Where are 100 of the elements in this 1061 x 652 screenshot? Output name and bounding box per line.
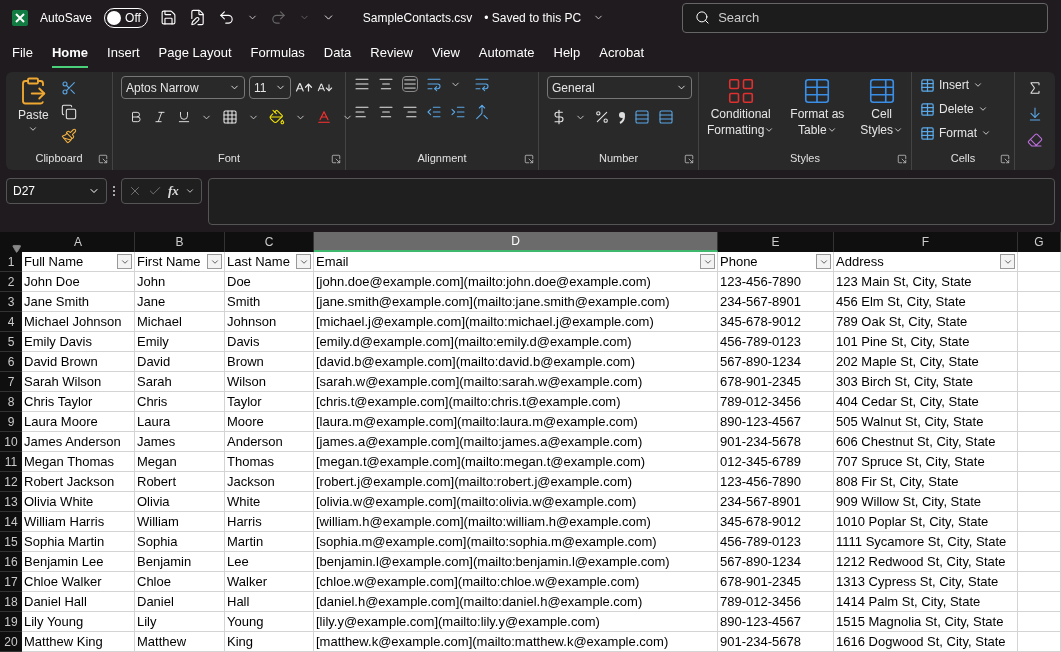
row-number[interactable]: 10 (0, 432, 22, 452)
currency-icon[interactable] (551, 109, 567, 125)
style-button[interactable]: Format as Table (790, 76, 845, 138)
row-number[interactable]: 1 (0, 252, 22, 272)
bold-icon[interactable] (129, 110, 143, 124)
filter-button[interactable] (1000, 254, 1015, 269)
cells-button[interactable]: Insert (920, 76, 991, 94)
filter-button[interactable] (207, 254, 222, 269)
clear-icon[interactable] (1027, 132, 1043, 148)
save-as-icon[interactable] (188, 9, 206, 26)
row-number[interactable]: 11 (0, 452, 22, 472)
caret-icon (826, 125, 837, 135)
wrap-text-icon[interactable] (474, 76, 490, 92)
menu-tab[interactable]: Page Layout (158, 38, 232, 69)
bottom-align-icon[interactable] (402, 76, 418, 92)
center-icon[interactable] (378, 104, 394, 120)
dialog-launcher-icon[interactable] (684, 154, 694, 164)
font-color-icon[interactable] (316, 109, 332, 125)
save-icon[interactable] (159, 9, 177, 26)
menu-tab[interactable]: File (12, 38, 33, 69)
search-field[interactable]: Search (682, 2, 1049, 33)
table-cell-text: [david.b@example.com](mailto:david.b@example.com) (316, 352, 636, 371)
row-number[interactable]: 6 (0, 352, 22, 372)
decrease-indent-icon[interactable] (426, 104, 442, 120)
menu-tab[interactable]: Insert (107, 38, 140, 69)
row-number[interactable]: 18 (0, 592, 22, 612)
row-number[interactable]: 12 (0, 472, 22, 492)
fill-color-icon[interactable] (269, 109, 285, 125)
search-icon (695, 10, 711, 25)
row-number[interactable]: 8 (0, 392, 22, 412)
filter-button[interactable] (816, 254, 831, 269)
paste-button[interactable]: Paste (14, 76, 53, 134)
menu-tab[interactable]: Review (370, 38, 413, 69)
dialog-launcher-icon[interactable] (331, 154, 341, 164)
cancel-icon[interactable] (128, 184, 142, 198)
dialog-launcher-icon[interactable] (98, 154, 108, 164)
table-cell-text: [john.doe@example.com](mailto:john.doe@example.com) (316, 272, 651, 291)
italic-icon[interactable] (153, 110, 167, 124)
increase-indent-icon[interactable] (450, 104, 466, 120)
row-number[interactable]: 4 (0, 312, 22, 332)
menu-tab[interactable]: Formulas (250, 38, 305, 69)
row-number[interactable]: 13 (0, 492, 22, 512)
style-button[interactable]: Conditional Formatting (707, 76, 775, 138)
cells-button[interactable]: Delete (920, 100, 991, 118)
cut-icon[interactable] (60, 80, 77, 96)
menu-tab[interactable]: Automate (478, 38, 535, 69)
caret-icon[interactable] (184, 186, 195, 196)
table-cell-text: [michael.j@example.com](mailto:michael.j@example.com) (316, 312, 654, 331)
row-number[interactable]: 7 (0, 372, 22, 392)
redo-icon[interactable] (269, 9, 287, 26)
style-button[interactable]: Cell Styles (860, 76, 903, 138)
percent-icon[interactable] (594, 109, 610, 125)
undo-icon[interactable] (217, 9, 235, 26)
autosum-icon[interactable] (1027, 80, 1043, 96)
menu-tab[interactable]: Help (553, 38, 581, 69)
font-name-dropdown[interactable]: Aptos Narrow (121, 76, 245, 99)
row-number[interactable]: 9 (0, 412, 22, 432)
menu-tab[interactable]: View (431, 38, 460, 69)
filter-button[interactable] (296, 254, 311, 269)
menu-tab[interactable]: Acrobat (599, 38, 645, 69)
dialog-launcher-icon[interactable] (1000, 154, 1010, 164)
top-align-icon[interactable] (354, 76, 370, 92)
cells-button[interactable]: Format (920, 124, 991, 142)
format-painter-icon[interactable] (60, 128, 77, 144)
font-size-dropdown[interactable]: 11 (249, 76, 291, 99)
row-number[interactable]: 17 (0, 572, 22, 592)
formula-input[interactable] (207, 178, 1055, 225)
borders-icon[interactable] (222, 109, 238, 125)
merge-icon[interactable] (474, 104, 490, 120)
fill-icon[interactable] (1027, 106, 1043, 122)
row-number[interactable]: 2 (0, 272, 22, 292)
number-format-dropdown[interactable]: General (547, 76, 692, 99)
dialog-launcher-icon[interactable] (524, 154, 534, 164)
insert-function-button[interactable]: fx (168, 181, 179, 201)
underline-icon[interactable] (177, 110, 191, 124)
table-cell-text: Emily (137, 332, 169, 351)
row-number[interactable]: 16 (0, 552, 22, 572)
search-input[interactable]: Search (718, 7, 1036, 28)
caret-icon (977, 104, 988, 114)
row-number[interactable]: 14 (0, 512, 22, 532)
filter-button[interactable] (700, 254, 715, 269)
row-number[interactable]: 20 (0, 632, 22, 652)
middle-align-icon[interactable] (378, 76, 394, 92)
comma-style-icon[interactable] (618, 110, 626, 124)
save-status[interactable]: • Saved to this PC (484, 8, 582, 27)
enter-icon[interactable] (148, 184, 162, 198)
table-cell-text: Lily Young (24, 612, 84, 631)
row-number[interactable]: 3 (0, 292, 22, 312)
align-right-icon[interactable] (402, 104, 418, 120)
dialog-launcher-icon[interactable] (897, 154, 907, 164)
align-left-icon[interactable] (354, 104, 370, 120)
column-header[interactable]: D (314, 232, 718, 252)
row-number[interactable]: 15 (0, 532, 22, 552)
filter-button[interactable] (117, 254, 132, 269)
row-number[interactable]: 19 (0, 612, 22, 632)
copy-icon[interactable] (60, 104, 77, 120)
name-box[interactable]: D27 (6, 178, 107, 204)
menu-tab[interactable]: Home (51, 38, 89, 69)
row-number[interactable]: 5 (0, 332, 22, 352)
menu-tab[interactable]: Data (323, 38, 352, 69)
